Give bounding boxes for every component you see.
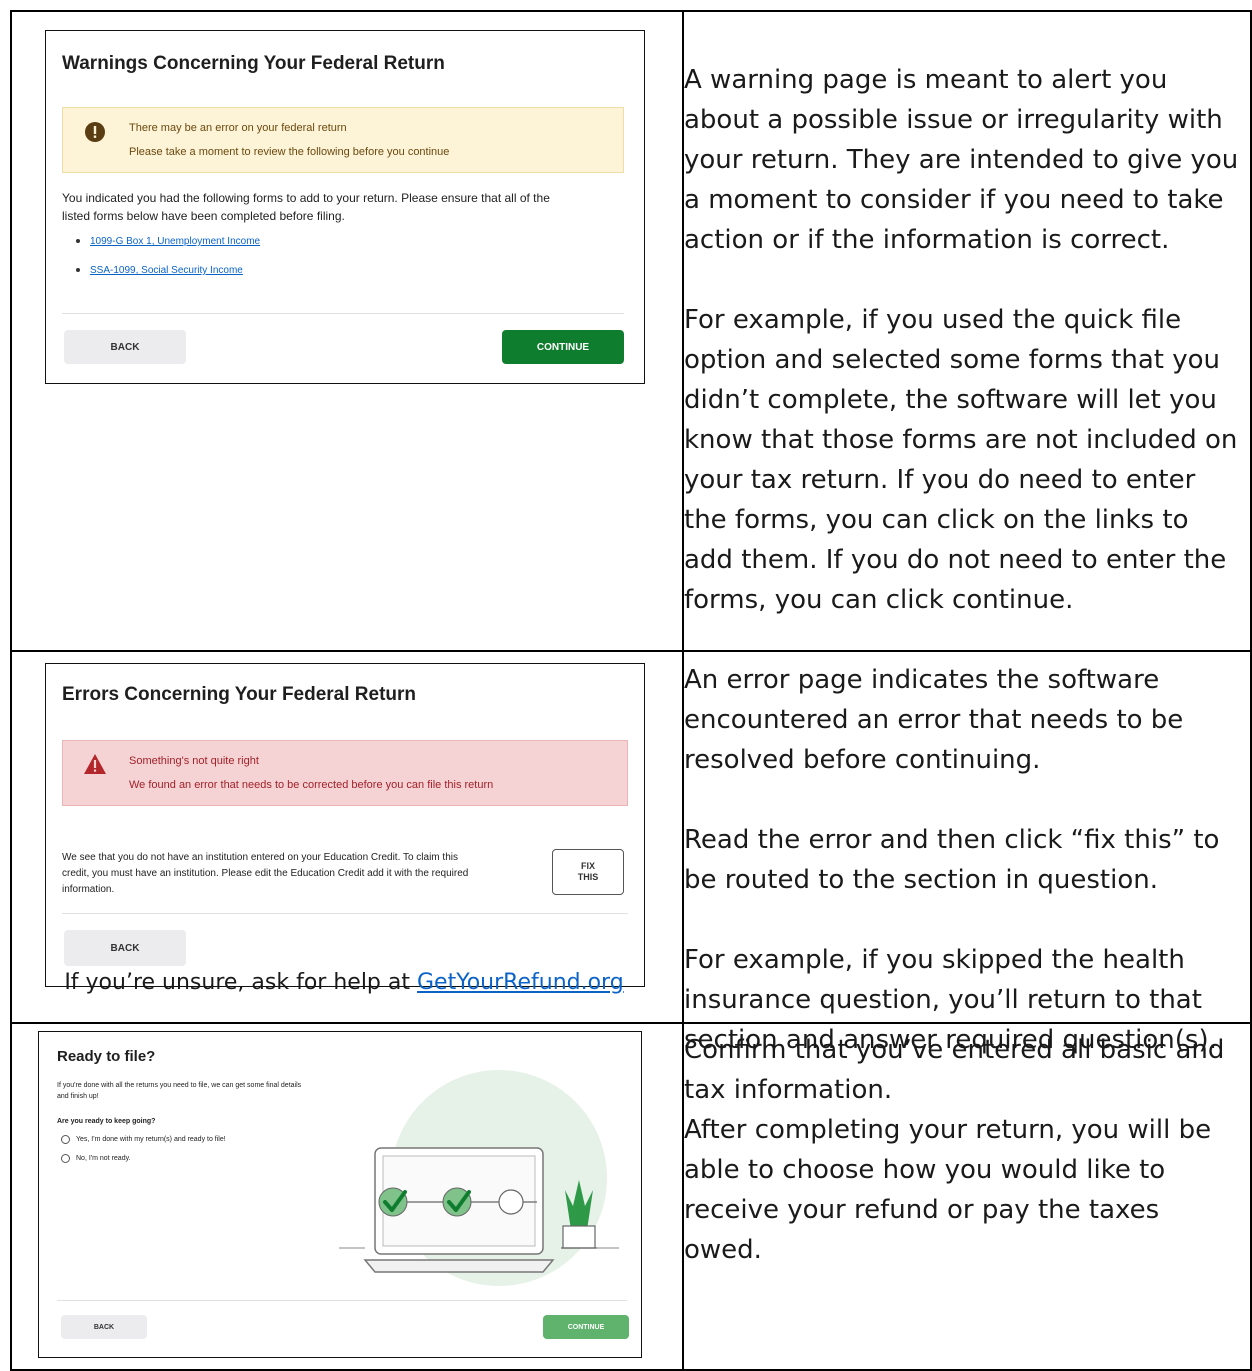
radio-circle-icon	[61, 1135, 70, 1144]
warning-alert-heading: There may be an error on your federal re…	[129, 122, 347, 134]
row-divider-1	[12, 650, 1250, 652]
radio-circle-icon	[61, 1154, 70, 1163]
radio-option-label: Yes, I'm done with my return(s) and read…	[76, 1136, 226, 1143]
error-screenshot: Errors Concerning Your Federal Return So…	[45, 663, 645, 987]
fix-this-button[interactable]: FIX THIS	[552, 849, 624, 895]
warning-paragraph-2: For example, if you used the quick file …	[684, 305, 1238, 615]
ready-page-title: Ready to file?	[57, 1048, 156, 1065]
warning-page-title: Warnings Concerning Your Federal Return	[62, 53, 445, 74]
help-prefix: If you’re unsure, ask for help at	[64, 970, 417, 995]
error-paragraph-1: An error page indicates the software enc…	[684, 665, 1184, 775]
bullet-icon	[76, 239, 80, 244]
error-body-line-1: We see that you do not have an instituti…	[62, 852, 458, 863]
error-alert-detail: We found an error that needs to be corre…	[129, 779, 494, 791]
warning-description: A warning page is meant to alert you abo…	[684, 60, 1244, 620]
laptop-illustration	[339, 1070, 619, 1286]
error-alert-heading: Something's not quite right	[129, 755, 259, 767]
warning-body-line-2: listed forms below have been completed b…	[62, 209, 345, 223]
error-divider	[62, 913, 628, 914]
exclamation-icon	[85, 122, 105, 142]
bullet-icon	[76, 268, 80, 273]
ready-description: Confirm that you’ve entered all basic an…	[684, 1030, 1244, 1270]
form-link-1099g[interactable]: 1099-G Box 1, Unemployment Income	[90, 236, 260, 247]
ready-intro-line-2: and finish up!	[57, 1093, 99, 1100]
radio-option-no[interactable]: No, I'm not ready.	[61, 1154, 131, 1163]
ready-paragraph-1: Confirm that you’ve entered all basic an…	[684, 1035, 1225, 1105]
back-button[interactable]: BACK	[64, 930, 186, 966]
warning-body-line-1: You indicated you had the following form…	[62, 191, 550, 205]
fix-this-label-1: FIX	[580, 861, 595, 871]
continue-button[interactable]: CONTINUE	[543, 1315, 629, 1339]
list-item: 1099-G Box 1, Unemployment Income	[76, 236, 260, 247]
back-button[interactable]: BACK	[61, 1315, 147, 1339]
warning-screenshot: Warnings Concerning Your Federal Return …	[45, 30, 645, 384]
error-page-title: Errors Concerning Your Federal Return	[62, 684, 417, 705]
warning-triangle-icon	[84, 754, 106, 774]
help-note: If you’re unsure, ask for help at GetYou…	[28, 970, 660, 995]
error-body-line-3: information.	[62, 884, 115, 895]
fix-this-label-2: THIS	[577, 872, 599, 882]
warning-paragraph-1: A warning page is meant to alert you abo…	[684, 65, 1239, 255]
radio-option-yes[interactable]: Yes, I'm done with my return(s) and read…	[61, 1135, 226, 1144]
back-button[interactable]: BACK	[64, 330, 186, 364]
form-link-ssa1099[interactable]: SSA-1099, Social Security Income	[90, 265, 243, 276]
list-item: SSA-1099, Social Security Income	[76, 265, 243, 276]
ready-paragraph-2: After completing your return, you will b…	[684, 1115, 1212, 1265]
ready-divider	[57, 1300, 627, 1301]
continue-button[interactable]: CONTINUE	[502, 330, 624, 364]
radio-option-label: No, I'm not ready.	[76, 1155, 131, 1162]
error-alert: Something's not quite right We found an …	[62, 740, 628, 806]
warning-alert-detail: Please take a moment to review the follo…	[129, 146, 450, 158]
getyourrefund-link[interactable]: GetYourRefund.org	[417, 970, 624, 995]
ready-intro-line-1: If you're done with all the returns you …	[57, 1082, 302, 1089]
warning-alert: There may be an error on your federal re…	[62, 107, 624, 173]
error-description: An error page indicates the software enc…	[684, 660, 1244, 1060]
ready-question: Are you ready to keep going?	[57, 1118, 156, 1125]
error-paragraph-2: Read the error and then click “fix this”…	[684, 825, 1220, 895]
warning-divider	[62, 313, 624, 314]
ready-to-file-screenshot: Ready to file? If you're done with all t…	[38, 1031, 642, 1358]
error-body-line-2: credit, you must have an institution. Pl…	[62, 868, 469, 879]
